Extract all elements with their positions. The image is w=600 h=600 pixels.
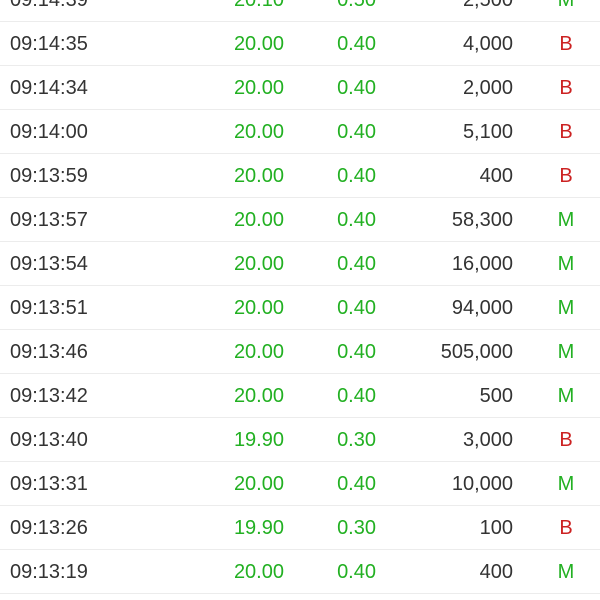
trade-price: 20.00 [233, 253, 284, 275]
trade-time: 09:13:40 [10, 429, 88, 451]
trade-change: 0.40 [337, 209, 376, 231]
trade-change: 0.40 [337, 121, 376, 143]
trade-volume: 3,000 [462, 429, 513, 451]
trade-time: 09:13:26 [10, 517, 88, 539]
trade-side: B [559, 517, 573, 539]
trade-row[interactable]: 09:13:57 20.00 0.40 58,300 M [0, 198, 600, 242]
trade-price: 20.00 [233, 121, 284, 143]
trade-time: 09:13:42 [10, 385, 88, 407]
trade-time: 09:13:51 [10, 297, 88, 319]
trade-row[interactable]: 09:14:00 20.00 0.40 5,100 B [0, 110, 600, 154]
trade-price: 19.90 [233, 517, 284, 539]
trade-price: 20.00 [233, 297, 284, 319]
trade-side: M [557, 561, 575, 583]
trade-volume: 94,000 [451, 297, 513, 319]
trade-volume: 58,300 [451, 209, 513, 231]
trade-time: 09:13:54 [10, 253, 88, 275]
trade-change: 0.40 [337, 77, 376, 99]
trade-volume: 10,000 [451, 473, 513, 495]
trade-time: 09:13:57 [10, 209, 88, 231]
trade-side: B [559, 33, 573, 55]
trade-row[interactable]: 09:13:51 20.00 0.40 94,000 M [0, 286, 600, 330]
trade-volume: 2,000 [462, 77, 513, 99]
trade-row[interactable]: 09:13:31 20.00 0.40 10,000 M [0, 462, 600, 506]
trade-volume: 16,000 [451, 253, 513, 275]
trade-side: B [559, 165, 573, 187]
trade-change: 0.40 [337, 561, 376, 583]
trade-change: 0.40 [337, 341, 376, 363]
trade-price: 20.10 [233, 0, 284, 11]
trade-time: 09:14:00 [10, 121, 88, 143]
trade-price: 20.00 [233, 209, 284, 231]
trade-side: M [557, 385, 575, 407]
trade-side: M [557, 253, 575, 275]
trade-volume: 505,000 [440, 341, 513, 363]
trade-row[interactable]: 09:13:40 19.90 0.30 3,000 B [0, 418, 600, 462]
trade-price: 20.00 [233, 33, 284, 55]
trade-side: B [559, 77, 573, 99]
trade-price: 20.00 [233, 165, 284, 187]
trade-volume: 100 [479, 517, 513, 539]
trade-change: 0.50 [337, 0, 376, 11]
trade-time: 09:13:31 [10, 473, 88, 495]
trade-side: B [559, 121, 573, 143]
trade-row[interactable]: 09:14:35 20.00 0.40 4,000 B [0, 22, 600, 66]
trade-price: 20.00 [233, 77, 284, 99]
trade-price: 20.00 [233, 561, 284, 583]
trade-row[interactable]: 09:13:19 20.00 0.40 400 M [0, 550, 600, 594]
trade-price: 20.00 [233, 341, 284, 363]
trade-time: 09:13:19 [10, 561, 88, 583]
trade-volume: 400 [479, 165, 513, 187]
trade-change: 0.40 [337, 33, 376, 55]
trade-price: 20.00 [233, 473, 284, 495]
trade-row[interactable]: 09:13:42 20.00 0.40 500 M [0, 374, 600, 418]
trade-side: M [557, 297, 575, 319]
trade-change: 0.40 [337, 473, 376, 495]
trade-price: 19.90 [233, 429, 284, 451]
trade-price: 20.00 [233, 385, 284, 407]
trade-side: M [557, 341, 575, 363]
trade-volume: 2,500 [462, 0, 513, 11]
trade-change: 0.40 [337, 165, 376, 187]
trade-side: B [559, 429, 573, 451]
trade-row[interactable]: 09:14:39 20.10 0.50 2,500 M [0, 0, 600, 22]
trade-change: 0.30 [337, 429, 376, 451]
trade-volume: 500 [479, 385, 513, 407]
trade-change: 0.30 [337, 517, 376, 539]
trade-row[interactable]: 09:14:34 20.00 0.40 2,000 B [0, 66, 600, 110]
trade-side: M [557, 473, 575, 495]
trade-time: 09:14:35 [10, 33, 88, 55]
trade-volume: 4,000 [462, 33, 513, 55]
trade-time: 09:14:34 [10, 77, 88, 99]
trade-change: 0.40 [337, 297, 376, 319]
trade-time: 09:13:46 [10, 341, 88, 363]
trade-row[interactable]: 09:13:54 20.00 0.40 16,000 M [0, 242, 600, 286]
trade-side: M [557, 209, 575, 231]
trade-ticker-list: 09:14:39 20.10 0.50 2,500 M 09:14:35 20.… [0, 0, 600, 594]
trade-time: 09:14:39 [10, 0, 88, 11]
trade-row[interactable]: 09:13:26 19.90 0.30 100 B [0, 506, 600, 550]
trade-row[interactable]: 09:13:46 20.00 0.40 505,000 M [0, 330, 600, 374]
trade-time: 09:13:59 [10, 165, 88, 187]
trade-side: M [557, 0, 575, 11]
trade-row[interactable]: 09:13:59 20.00 0.40 400 B [0, 154, 600, 198]
trade-volume: 400 [479, 561, 513, 583]
trade-change: 0.40 [337, 253, 376, 275]
trade-change: 0.40 [337, 385, 376, 407]
trade-volume: 5,100 [462, 121, 513, 143]
